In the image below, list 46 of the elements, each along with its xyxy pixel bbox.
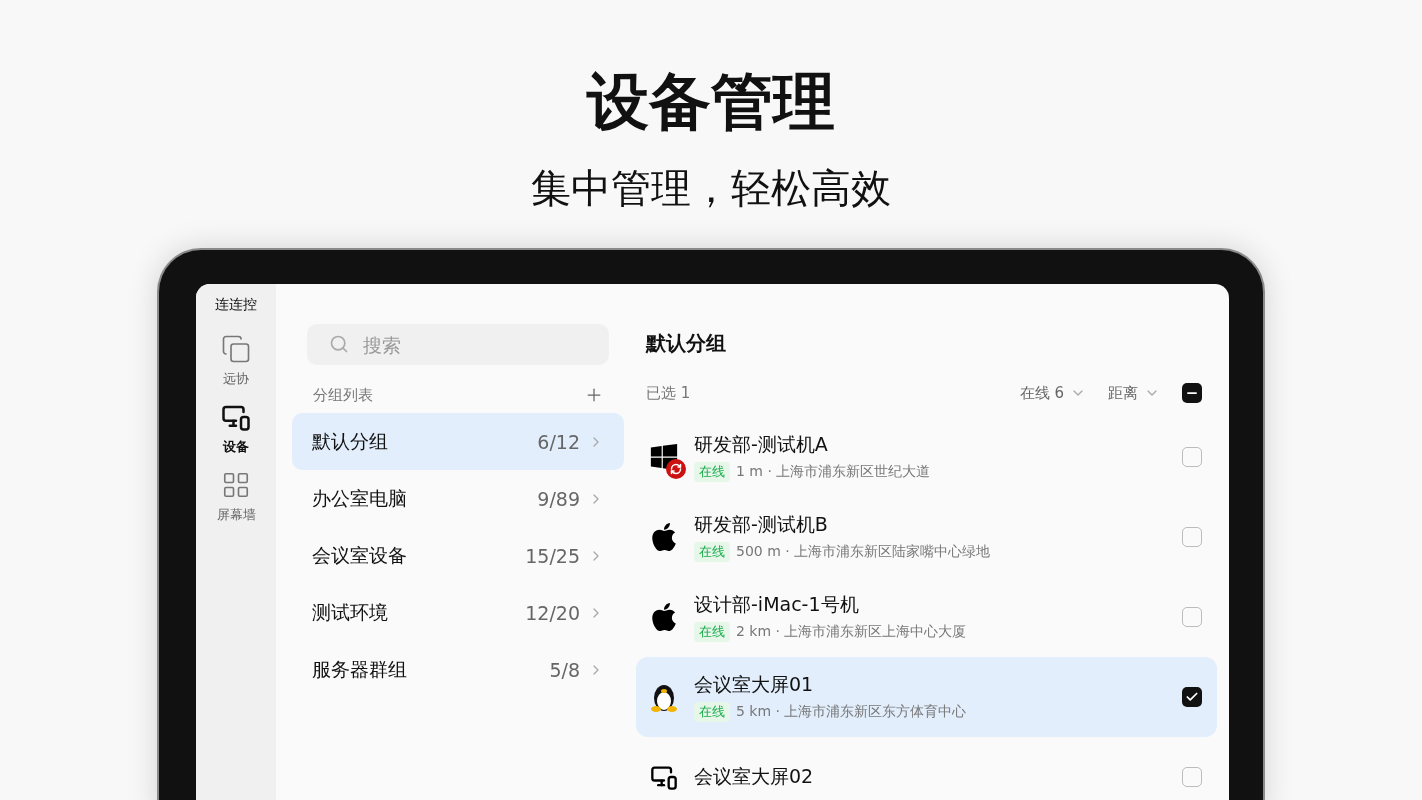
status-tag: 在线 (694, 542, 730, 562)
device-name: 研发部-测试机B (694, 512, 829, 537)
device-checkbox[interactable] (1182, 767, 1202, 787)
nav-item[interactable]: 远协 (221, 334, 251, 388)
group-item[interactable]: 会议室设备 15/25 (292, 527, 624, 584)
device-checkbox[interactable] (1182, 527, 1202, 547)
device-checkbox[interactable] (1182, 447, 1202, 467)
device-row[interactable]: 研发部-测试机B 在线 500 m · 上海市浦东新区陆家嘴中心绿地 (636, 497, 1217, 577)
select-all-checkbox[interactable] (1182, 383, 1202, 403)
device-row[interactable]: 设计部-iMac-1号机 在线 2 km · 上海市浦东新区上海中心大厦 (636, 577, 1217, 657)
status-tag: 在线 (694, 622, 730, 642)
filter-dropdown[interactable]: 在线 6 (1019, 383, 1086, 403)
device-checkbox[interactable] (1182, 607, 1202, 627)
device-info: 500 m · 上海市浦东新区陆家嘴中心绿地 (736, 543, 991, 561)
selected-count: 已选 1 (646, 383, 692, 403)
device-name: 研发部-测试机A (694, 432, 829, 457)
subheadline: 集中管理，轻松高效 (531, 164, 891, 213)
group-item[interactable]: 默认分组 6/12 (292, 413, 624, 470)
status-tag: 在线 (694, 462, 730, 482)
status-tag: 在线 (694, 702, 730, 722)
windows-icon (649, 442, 679, 472)
device-info: 5 km · 上海市浦东新区东方体育中心 (736, 703, 967, 721)
search-icon (329, 334, 349, 354)
device-info: 2 km · 上海市浦东新区上海中心大厦 (736, 623, 967, 641)
group-title: 默认分组 (646, 330, 727, 357)
copy-icon (221, 334, 251, 364)
group-item[interactable]: 服务器群组 5/8 (292, 641, 624, 698)
device-row[interactable]: 会议室大屏02 (636, 737, 1217, 800)
device-info: 1 m · 上海市浦东新区世纪大道 (736, 463, 931, 481)
nav-item[interactable]: 屏幕墙 (216, 470, 256, 524)
device-name: 会议室大屏02 (694, 764, 815, 789)
nav-item[interactable]: 设备 (221, 402, 251, 456)
check-icon (1185, 690, 1199, 704)
app-name: 连连控 (215, 296, 257, 314)
grid-icon (221, 470, 251, 500)
device-name: 设计部-iMac-1号机 (694, 592, 860, 617)
search-field[interactable]: 搜索 (307, 324, 609, 365)
filter-dropdown[interactable]: 距离 (1108, 383, 1160, 403)
group-item[interactable]: 办公室电脑 9/89 (292, 470, 624, 527)
device-checkbox[interactable] (1182, 687, 1202, 707)
group-item[interactable]: 测试环境 12/20 (292, 584, 624, 641)
device-name: 会议室大屏01 (694, 672, 815, 697)
section-label: 分组列表 (313, 385, 373, 405)
device-row[interactable]: 会议室大屏01 在线 5 km · 上海市浦东新区东方体育中心 (636, 657, 1217, 737)
headline: 设备管理 (587, 66, 835, 138)
device-row[interactable]: 研发部-测试机A 在线 1 m · 上海市浦东新区世纪大道 (636, 417, 1217, 497)
